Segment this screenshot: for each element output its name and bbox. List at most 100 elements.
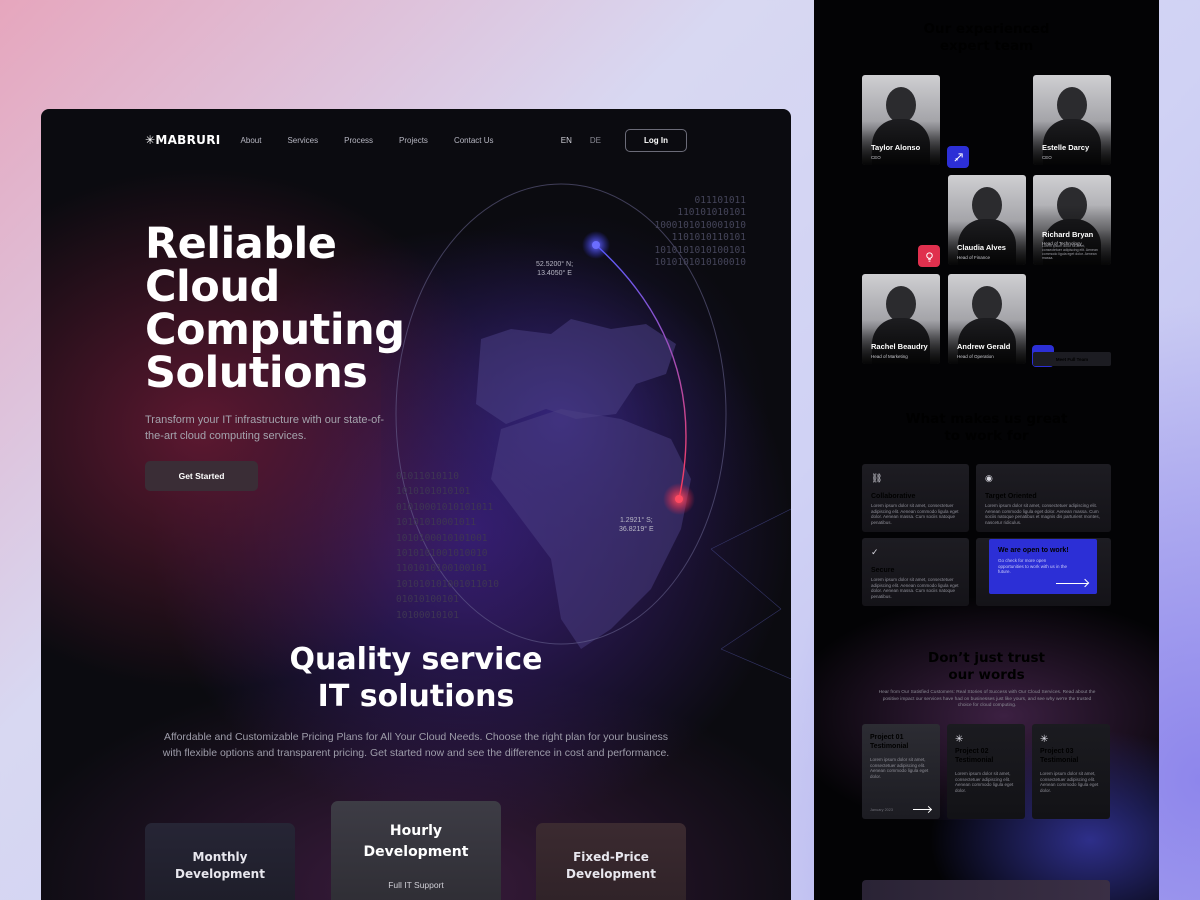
meet-full-team-button[interactable]: Meet Full Team bbox=[1033, 352, 1111, 366]
nairobi-marker bbox=[675, 495, 683, 503]
team-section-title: Our experienced expert team bbox=[814, 21, 1159, 55]
open-to-work-card[interactable]: We are open to work! Go check for more o… bbox=[989, 539, 1097, 594]
team-member-card[interactable]: Estelle Darcy CEO bbox=[1033, 75, 1111, 165]
binary-line: 10100010101 bbox=[396, 609, 459, 621]
landing-page-mockup: ✳MABRURI About Services Process Projects… bbox=[41, 109, 791, 900]
logo[interactable]: ✳MABRURI bbox=[145, 133, 221, 147]
member-name: Andrew Gerald bbox=[957, 342, 1011, 351]
coordinate-berlin: 52.5200° N; 13.4050° E bbox=[536, 260, 573, 278]
testimonial-card-project-01[interactable]: Project 01 Testimonial Lorem ipsum dolor… bbox=[862, 724, 940, 819]
team-member-card[interactable]: Andrew Gerald Head of Operation bbox=[948, 274, 1026, 364]
portrait-head bbox=[972, 286, 1002, 322]
trust-title-line: Don’t just trust bbox=[927, 650, 1045, 666]
nav-link-services[interactable]: Services bbox=[287, 136, 318, 145]
nav-link-about[interactable]: About bbox=[241, 136, 262, 145]
member-role: Head of Finance bbox=[957, 255, 991, 260]
binary-line: 01011010110 bbox=[396, 471, 459, 482]
binary-line: 1101010100100101 bbox=[396, 563, 488, 575]
hero-title: Reliable Cloud Computing Solutions bbox=[145, 223, 425, 395]
hero-title-line: Computing bbox=[145, 305, 405, 355]
great-title-line: What makes us great bbox=[905, 411, 1068, 427]
quality-section-title: Quality service IT solutions bbox=[41, 641, 791, 715]
quality-title-line: IT solutions bbox=[317, 679, 515, 714]
feature-card-secure: ✓ Secure Lorem ipsum dolor sit amet, con… bbox=[862, 538, 969, 606]
language-en[interactable]: EN bbox=[561, 136, 572, 145]
nav-link-projects[interactable]: Projects bbox=[399, 136, 428, 145]
team-member-card[interactable]: Claudia Alves Head of Finance bbox=[948, 175, 1026, 265]
open-to-work-text: Go check for more open opportunities to … bbox=[998, 558, 1068, 575]
member-name: Rachel Beaudry bbox=[871, 342, 928, 351]
portrait-head bbox=[886, 87, 916, 123]
member-name: Estelle Darcy bbox=[1042, 143, 1090, 152]
login-button[interactable]: Log In bbox=[625, 128, 687, 152]
coordinate-lon: 13.4050° E bbox=[537, 270, 572, 277]
team-member-card[interactable]: Taylor Alonso CEO bbox=[862, 75, 940, 165]
team-member-card[interactable]: Rachel Beaudry Head of Marketing bbox=[862, 274, 940, 364]
pricing-card-monthly[interactable]: Monthly Development bbox=[145, 823, 295, 900]
pricing-card-fixed-price[interactable]: Fixed-Price Development bbox=[536, 823, 686, 900]
check-icon: ✓ bbox=[871, 547, 879, 557]
lightbulb-icon bbox=[918, 245, 940, 267]
binary-line: 10101010001011 bbox=[396, 517, 477, 529]
language-de[interactable]: DE bbox=[590, 136, 601, 145]
open-to-work-title: We are open to work! bbox=[998, 547, 1069, 554]
pricing-card-title: Hourly bbox=[389, 823, 443, 839]
target-icon: ◉ bbox=[985, 473, 993, 483]
testimonial-date: January 2023 bbox=[870, 808, 894, 812]
member-name: Claudia Alves bbox=[957, 243, 1006, 252]
trust-section-title: Don’t just trust our words bbox=[814, 650, 1159, 684]
feature-card-collaborative: ⛓ Collaborative Lorem ipsum dolor sit am… bbox=[862, 464, 969, 532]
testimonial-text: Lorem ipsum dolor sit amet, consectetuer… bbox=[955, 771, 1014, 793]
lightbulb-icon-glyph bbox=[925, 251, 933, 262]
asterisk-icon: ✳ bbox=[955, 734, 964, 745]
berlin-marker bbox=[592, 241, 600, 249]
hero-title-line: Cloud bbox=[145, 262, 280, 312]
testimonial-title: Testimonial bbox=[870, 742, 909, 750]
testimonial-text: Lorem ipsum dolor sit amet, consectetuer… bbox=[1040, 771, 1099, 793]
feature-text: Lorem ipsum dolor sit amet, consectetuer… bbox=[871, 503, 959, 525]
testimonial-card-project-02[interactable]: ✳ Project 02 Testimonial Lorem ipsum dol… bbox=[947, 724, 1025, 819]
member-role: Head of Marketing bbox=[871, 354, 908, 359]
binary-line: 1010101010100101 bbox=[654, 244, 746, 256]
testimonial-card-project-03[interactable]: ✳ Project 03 Testimonial Lorem ipsum dol… bbox=[1032, 724, 1110, 819]
pricing-card-note: Full IT Support bbox=[388, 880, 444, 890]
binary-code-middle: 01011010110 1010101010101 01010001010101… bbox=[396, 469, 536, 623]
portrait-head bbox=[1057, 87, 1087, 123]
testimonial-title: Project 01 bbox=[870, 734, 904, 741]
asterisk-icon: ✳ bbox=[1040, 734, 1049, 745]
feature-title: Secure bbox=[871, 567, 895, 574]
next-section-preview bbox=[862, 880, 1110, 900]
europe-landmass bbox=[476, 319, 676, 424]
arrow-right-icon[interactable] bbox=[1056, 583, 1088, 584]
feature-card-target-oriented: ◉ Target Oriented Lorem ipsum dolor sit … bbox=[976, 464, 1111, 532]
testimonial-title: Testimonial bbox=[955, 756, 994, 764]
pricing-card-title: Development bbox=[175, 867, 265, 881]
team-member-card[interactable]: Richard Bryan Head of Technology Lorem i… bbox=[1033, 175, 1111, 265]
nav-link-contact[interactable]: Contact Us bbox=[454, 136, 494, 145]
coordinate-lat: 1.2921° S; bbox=[619, 517, 653, 524]
rocket-icon-glyph bbox=[953, 152, 963, 162]
great-title-line: to work for bbox=[944, 428, 1029, 444]
testimonial-title: Testimonial bbox=[1040, 756, 1079, 764]
pricing-card-hourly[interactable]: Hourly Development Full IT Support bbox=[331, 801, 501, 900]
arrow-right-icon[interactable] bbox=[913, 809, 931, 810]
binary-line: 1010101001010010 bbox=[396, 548, 488, 560]
route-arc bbox=[595, 244, 687, 500]
coordinate-nairobi: 1.2921° S; 36.8219° E bbox=[619, 516, 654, 534]
coordinate-lon: 36.8219° E bbox=[619, 526, 654, 533]
binary-line: 110101010101 bbox=[677, 207, 746, 219]
pricing-card-title: Monthly bbox=[192, 850, 248, 864]
nav-link-process[interactable]: Process bbox=[344, 136, 373, 145]
rocket-icon bbox=[947, 146, 969, 168]
binary-line: 101010101001011010 bbox=[396, 578, 499, 590]
testimonial-text: Lorem ipsum dolor sit amet, consectetuer… bbox=[870, 757, 929, 779]
link-icon: ⛓ bbox=[871, 473, 883, 483]
binary-code-top: 011101011 110101010101 1000101010001010 … bbox=[631, 195, 746, 269]
top-navigation: ✳MABRURI About Services Process Projects… bbox=[145, 128, 687, 152]
trust-section-subtitle: Hear from Our Satisfied Customers: Real … bbox=[878, 690, 1096, 708]
hero-title-line: Reliable bbox=[145, 219, 337, 269]
coordinate-lat: 52.5200° N; bbox=[536, 261, 574, 268]
berlin-marker-glow bbox=[582, 231, 610, 259]
get-started-button[interactable]: Get Started bbox=[145, 461, 258, 491]
portrait-head bbox=[972, 187, 1002, 223]
